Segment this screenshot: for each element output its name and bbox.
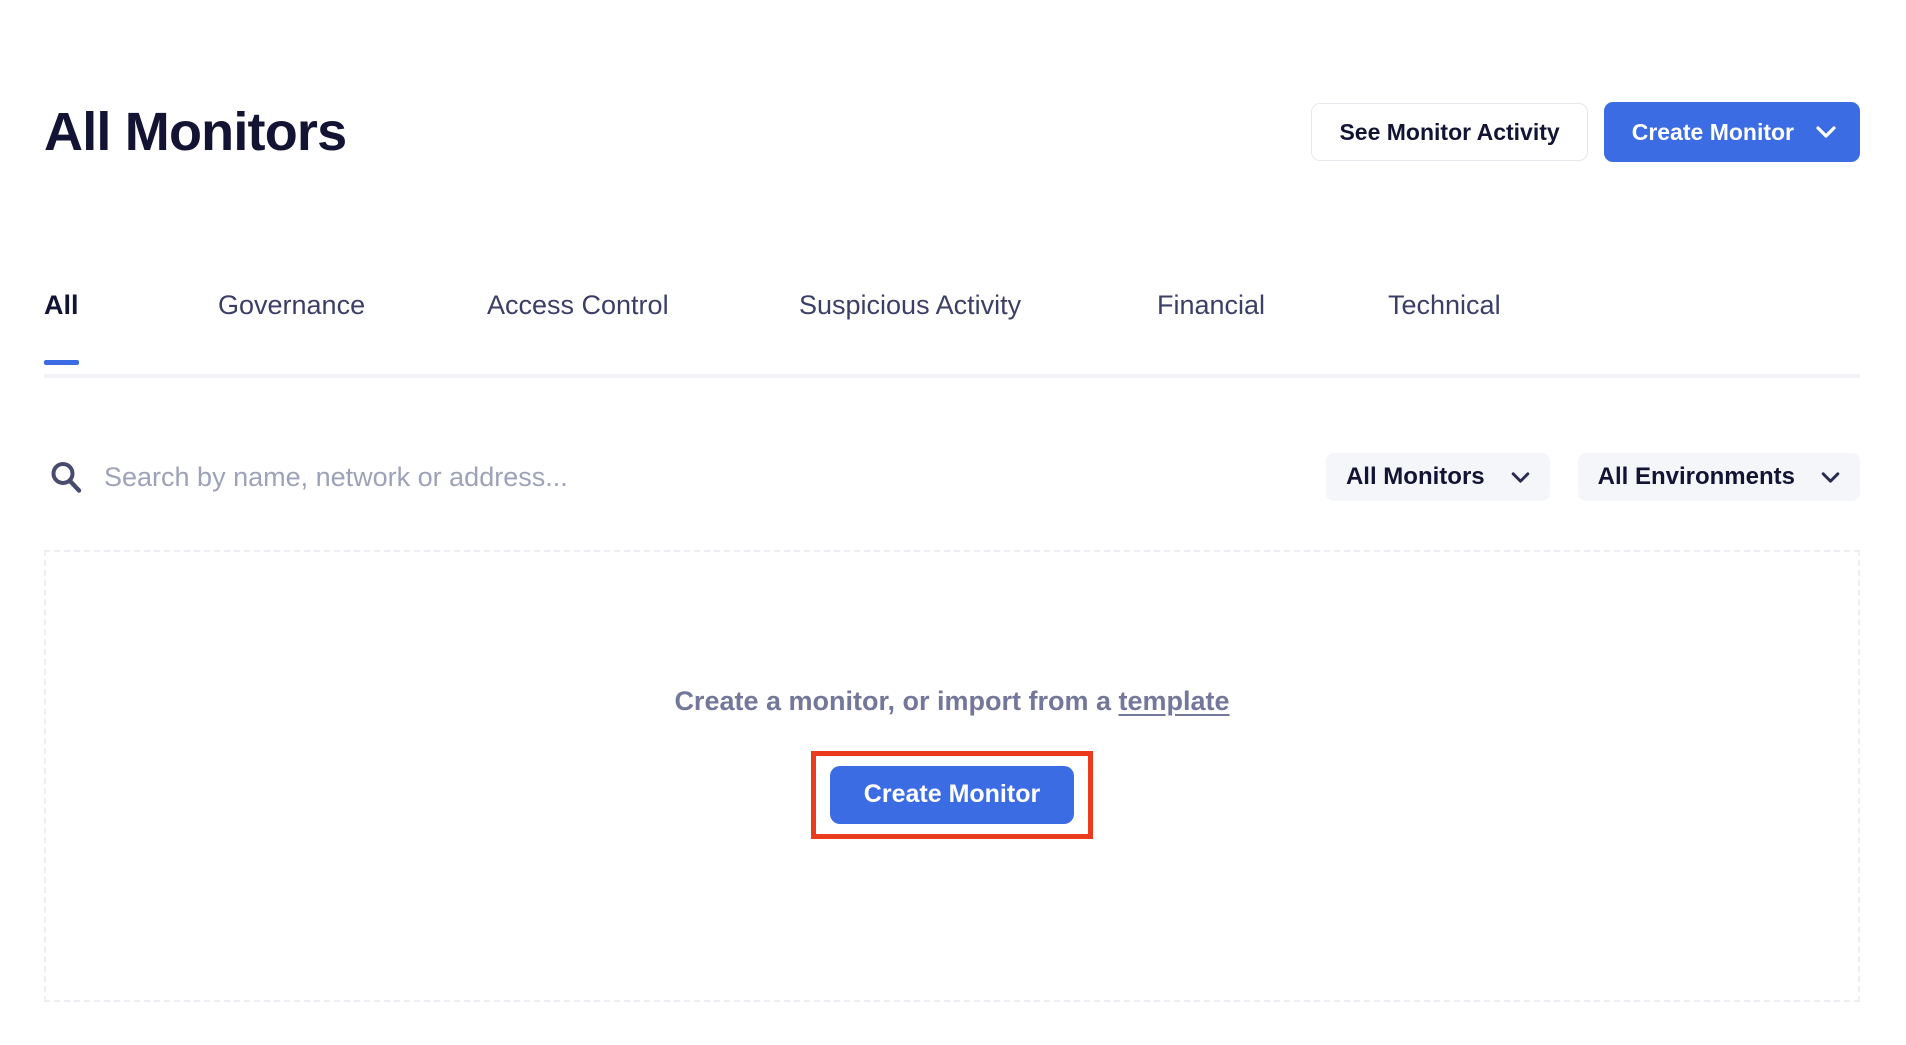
tab-financial[interactable]: Financial <box>1157 290 1265 365</box>
chevron-down-icon <box>1511 471 1529 483</box>
create-monitor-button-label: Create Monitor <box>863 780 1041 808</box>
filters: All Monitors All Environments <box>1325 453 1860 501</box>
see-monitor-activity-button[interactable]: See Monitor Activity <box>1311 103 1588 161</box>
monitors-empty-state: Create a monitor, or import from a templ… <box>44 550 1860 1002</box>
chevron-down-icon <box>1816 126 1836 138</box>
environment-filter-select[interactable]: All Environments <box>1577 453 1860 501</box>
monitor-filter-select[interactable]: All Monitors <box>1325 453 1550 501</box>
monitor-filter-label: All Monitors <box>1345 463 1485 490</box>
tab-suspicious-activity[interactable]: Suspicious Activity <box>799 290 1021 365</box>
create-monitor-label: Create Monitor <box>1631 118 1794 145</box>
tabs-divider <box>44 374 1860 378</box>
search-box[interactable] <box>44 459 1326 495</box>
tabs-row: All Governance Access Control Suspicious Ac… <box>44 290 1860 375</box>
search-input[interactable] <box>104 461 744 493</box>
header-actions: See Monitor Activity Create Monitor <box>1311 102 1860 162</box>
create-monitor-dropdown-button[interactable]: Create Monitor <box>1603 102 1860 162</box>
create-monitor-button[interactable]: Create Monitor <box>829 765 1075 824</box>
empty-state-message: Create a monitor, or import from a templ… <box>674 686 1229 717</box>
create-monitor-highlight-box: Create Monitor <box>810 750 1094 839</box>
chevron-down-icon <box>1821 471 1840 483</box>
page-header: All Monitors See Monitor Activity Create… <box>44 96 1860 168</box>
tab-technical[interactable]: Technical <box>1388 290 1501 365</box>
tab-governance[interactable]: Governance <box>218 290 365 365</box>
tab-access-control[interactable]: Access Control <box>487 290 669 365</box>
search-and-filter-toolbar: All Monitors All Environments <box>44 440 1860 514</box>
environment-filter-label: All Environments <box>1597 463 1795 490</box>
template-link[interactable]: template <box>1119 686 1230 716</box>
monitor-category-tabs: All Governance Access Control Suspicious Ac… <box>44 290 1860 375</box>
all-monitors-page: All Monitors See Monitor Activity Create… <box>0 0 1906 1045</box>
page-title: All Monitors <box>44 102 347 162</box>
search-icon <box>51 462 82 493</box>
tab-all[interactable]: All <box>44 290 79 365</box>
see-monitor-activity-label: See Monitor Activity <box>1339 118 1560 145</box>
empty-state-message-prefix: Create a monitor, or import from a <box>674 685 1119 716</box>
